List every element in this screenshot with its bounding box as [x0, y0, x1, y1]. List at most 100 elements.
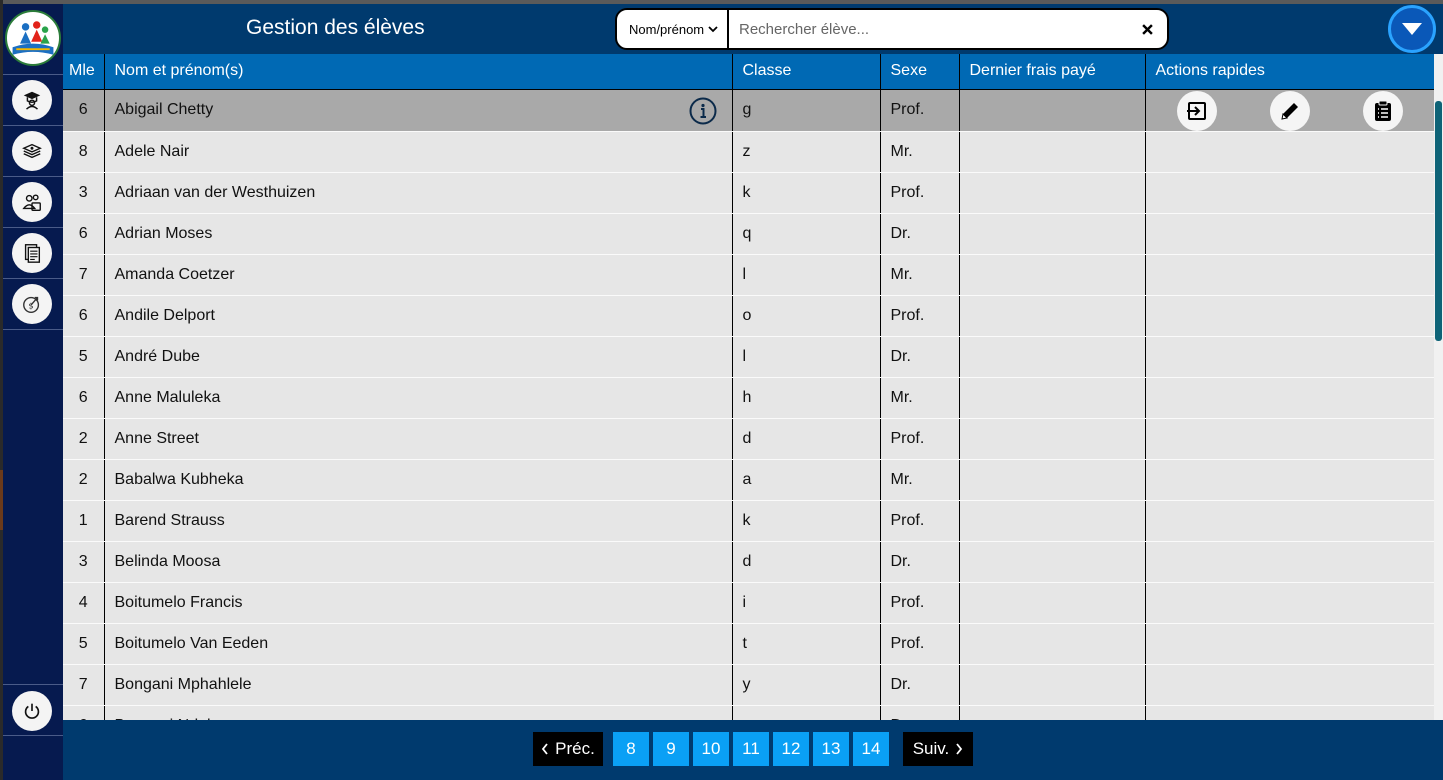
search-input[interactable] — [729, 10, 1127, 48]
sidebar-item-users[interactable] — [12, 182, 52, 222]
clear-search-button[interactable] — [1127, 10, 1167, 48]
table-row[interactable]: 5 Boitumelo Van Eeden t Prof. — [63, 623, 1434, 665]
cell-actions — [1145, 582, 1434, 624]
column-header-sexe[interactable]: Sexe — [880, 54, 960, 90]
invoice-icon — [24, 244, 41, 263]
page-button[interactable]: 9 — [653, 732, 689, 766]
search-filter-select[interactable]: Nom/prénom — [617, 10, 729, 48]
table-row[interactable]: 6 Adrian Moses q Dr. — [63, 213, 1434, 255]
cell-last-fee — [959, 705, 1146, 720]
cell-classe: a — [732, 459, 881, 501]
cell-mle: 4 — [63, 582, 105, 624]
table-row[interactable]: 3 Adriaan van der Westhuizen k Prof. — [63, 172, 1434, 214]
cell-classe: y — [732, 664, 881, 706]
cell-name-text: Bongani Mphahlele — [114, 675, 252, 693]
sidebar-divider — [3, 684, 63, 685]
table-row[interactable]: 2 Anne Street d Prof. — [63, 418, 1434, 460]
column-header-last-fee[interactable]: Dernier frais payé — [959, 54, 1146, 90]
report-button[interactable] — [1362, 90, 1403, 130]
cell-actions — [1145, 213, 1434, 255]
cell-last-fee — [959, 131, 1146, 173]
cell-sexe: Prof. — [880, 89, 960, 132]
cell-mle: 3 — [63, 172, 105, 214]
table-row[interactable]: 7 Amanda Coetzer l Mr. — [63, 254, 1434, 296]
sidebar-item-students[interactable] — [12, 80, 52, 120]
cell-mle-text: 1 — [78, 511, 88, 529]
cell-actions — [1145, 295, 1434, 337]
reports-icon: $ — [23, 296, 40, 313]
cell-classe-text: d — [742, 429, 752, 447]
page-button[interactable]: 13 — [813, 732, 849, 766]
cell-actions — [1145, 705, 1434, 720]
cell-sexe: Dr. — [880, 705, 960, 720]
table-scrollbar[interactable] — [1434, 54, 1443, 720]
cell-last-fee — [959, 336, 1146, 378]
page-button[interactable]: 10 — [693, 732, 729, 766]
cell-classe: h — [732, 377, 881, 419]
prev-page-button[interactable]: Préc. — [533, 732, 603, 766]
sidebar-item-reports[interactable]: $ — [12, 284, 52, 324]
cell-name: Abigail Chetty — [104, 89, 733, 132]
cell-mle-text: 6 — [78, 388, 88, 406]
table-row[interactable]: 4 Boitumelo Francis i Prof. — [63, 582, 1434, 624]
cell-actions — [1145, 664, 1434, 706]
power-icon — [24, 703, 40, 719]
cell-actions — [1145, 623, 1434, 665]
sidebar-item-fees[interactable] — [12, 131, 52, 171]
page-button[interactable]: 12 — [773, 732, 809, 766]
cell-mle: 2 — [63, 418, 105, 460]
cell-mle-text: 2 — [78, 470, 88, 488]
chevron-left-icon — [542, 743, 548, 755]
sidebar-item-invoices[interactable] — [12, 233, 52, 273]
header: Gestion des élèves Nom/prénom — [63, 4, 1443, 54]
page-button[interactable]: 11 — [733, 732, 769, 766]
cell-mle-text: 3 — [78, 552, 88, 570]
cell-actions — [1145, 377, 1434, 419]
cell-name: Boitumelo Francis — [104, 582, 733, 624]
table-row[interactable]: 7 Bongani Mphahlele y Dr. — [63, 664, 1434, 706]
table-row[interactable]: 8 Adele Nair z Mr. — [63, 131, 1434, 173]
table-row[interactable]: 1 Barend Strauss k Prof. — [63, 500, 1434, 542]
column-header-classe[interactable]: Classe — [732, 54, 881, 90]
cell-classe: k — [732, 172, 881, 214]
table-row[interactable]: 6 Anne Maluleka h Mr. — [63, 377, 1434, 419]
cell-name-text: Barend Strauss — [114, 511, 225, 529]
next-page-button[interactable]: Suiv. — [903, 732, 973, 766]
students-table-container: Mle Nom et prénom(s) Classe Sexe Dernier… — [63, 54, 1434, 720]
cell-name-text: André Dube — [114, 347, 200, 365]
column-header-name[interactable]: Nom et prénom(s) — [104, 54, 733, 90]
cell-sexe-text: Prof. — [890, 306, 925, 324]
info-icon[interactable] — [688, 96, 718, 126]
cell-mle-text: 8 — [78, 142, 88, 160]
cell-sexe-text: Prof. — [890, 183, 925, 201]
caret-down-icon — [1402, 23, 1422, 35]
page-button[interactable]: 8 — [613, 732, 649, 766]
cell-classe-text: q — [742, 224, 752, 242]
cell-classe-text: d — [742, 552, 752, 570]
logout-button[interactable] — [12, 691, 52, 731]
table-row[interactable]: 6 Abigail Chetty g Prof. — [63, 89, 1434, 132]
cell-last-fee — [959, 295, 1146, 337]
table-row[interactable]: 6 Andile Delport o Prof. — [63, 295, 1434, 337]
column-header-mle[interactable]: Mle — [63, 54, 105, 90]
table-row[interactable]: 6Bongani NdabarDr. — [63, 705, 1434, 720]
cell-mle: 8 — [63, 131, 105, 173]
user-menu-button[interactable] — [1388, 5, 1436, 53]
cell-mle-text: 4 — [78, 593, 88, 611]
search-filter-value: Nom/prénom — [629, 21, 705, 37]
table-row[interactable]: 5 André Dube l Dr. — [63, 336, 1434, 378]
login-button[interactable] — [1176, 90, 1217, 130]
cell-mle-text: 7 — [78, 265, 88, 283]
cell-classe: l — [732, 336, 881, 378]
cell-classe: q — [732, 213, 881, 255]
scrollbar-thumb[interactable] — [1435, 101, 1442, 341]
cell-last-fee — [959, 418, 1146, 460]
cell-mle: 6 — [63, 377, 105, 419]
table-row[interactable]: 3 Belinda Moosa d Dr. — [63, 541, 1434, 583]
cell-actions — [1145, 172, 1434, 214]
edit-button[interactable] — [1269, 90, 1310, 130]
table-row[interactable]: 2 Babalwa Kubheka a Mr. — [63, 459, 1434, 501]
page-button[interactable]: 14 — [853, 732, 889, 766]
cell-name-text: Boitumelo Van Eeden — [114, 634, 269, 652]
cell-last-fee — [959, 89, 1146, 132]
